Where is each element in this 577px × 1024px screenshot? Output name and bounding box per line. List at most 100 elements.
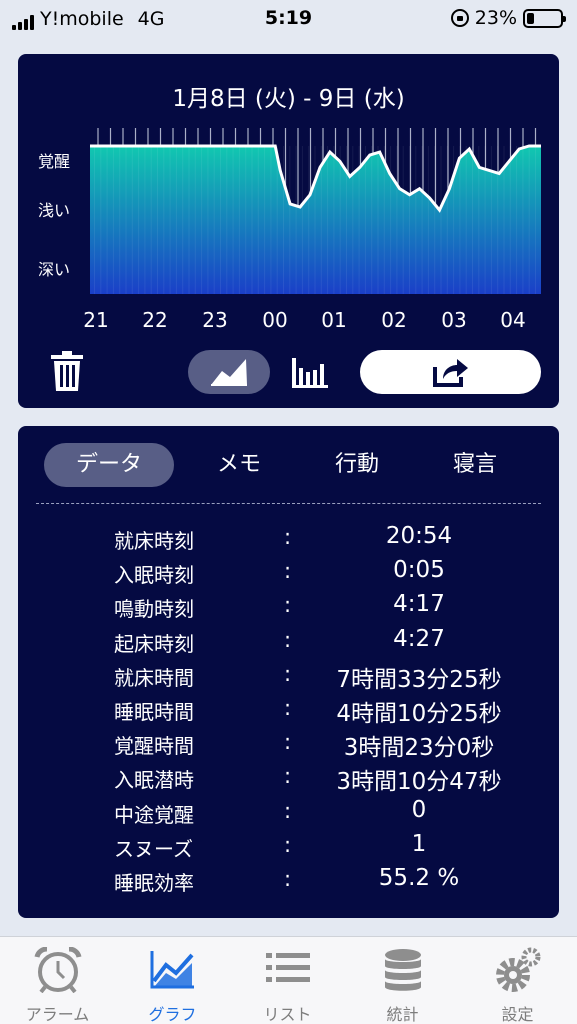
row-value: 7時間33分25秒 bbox=[336, 666, 502, 693]
area-stripe bbox=[301, 146, 303, 294]
x-tick-label: 01 bbox=[321, 308, 347, 332]
share-icon bbox=[432, 359, 468, 387]
area-stripe bbox=[251, 146, 253, 294]
row-value: 4時間10分25秒 bbox=[336, 701, 502, 727]
area-stripe bbox=[421, 146, 423, 294]
area-stripe bbox=[440, 146, 442, 294]
row-label: 入眠時刻 bbox=[114, 563, 194, 588]
row-colon: : bbox=[284, 661, 292, 686]
area-stripe bbox=[163, 146, 165, 294]
battery-fill bbox=[527, 12, 535, 24]
area-stripe bbox=[169, 146, 171, 294]
data-panel: データ メモ 行動 寝言 就床時刻: 20:54 入眠時刻: 0:05 鳴動時刻: 4:1… bbox=[18, 426, 559, 918]
tab-memo[interactable]: メモ bbox=[174, 443, 304, 487]
area-stripe bbox=[264, 146, 266, 294]
area-stripe bbox=[207, 146, 209, 294]
row-value: 3時間10分47秒 bbox=[336, 769, 502, 796]
data-row: 就床時間: 7時間33分25秒 bbox=[18, 660, 559, 694]
tab-list-label: リスト bbox=[263, 1005, 312, 1024]
area-stripe bbox=[283, 146, 284, 294]
area-stripe bbox=[226, 146, 228, 294]
tab-settings[interactable]: 設定 bbox=[460, 937, 575, 1024]
data-row: 覚醒時間: 3時間23分0秒 bbox=[18, 728, 559, 762]
x-tick-label: 21 bbox=[83, 308, 109, 332]
area-stripe bbox=[390, 146, 392, 294]
area-stripe bbox=[377, 146, 379, 294]
row-label: 鳴動時刻 bbox=[114, 597, 194, 622]
x-tick-label: 00 bbox=[262, 308, 288, 332]
battery-percent: 23% bbox=[474, 7, 517, 29]
row-colon: : bbox=[284, 696, 292, 720]
area-stripe bbox=[276, 146, 278, 294]
area-stripe bbox=[245, 146, 247, 294]
area-stripe bbox=[150, 146, 152, 294]
tab-graph-label: グラフ bbox=[148, 1005, 197, 1024]
area-stripe bbox=[453, 146, 455, 294]
bar-mode-button[interactable] bbox=[288, 352, 332, 392]
row-label: 起床時刻 bbox=[114, 631, 194, 656]
area-stripe bbox=[232, 146, 234, 294]
area-stripe bbox=[157, 146, 158, 294]
area-stripe bbox=[308, 146, 310, 294]
area-stripe bbox=[472, 146, 473, 294]
status-bar: Y!mobile 4G 5:19 23% bbox=[0, 0, 577, 38]
area-stripe bbox=[94, 146, 95, 294]
alarm-clock-icon bbox=[34, 947, 81, 993]
area-stripe bbox=[535, 146, 536, 294]
tab-bar: アラーム グラフ リスト 統計 設定 bbox=[0, 936, 577, 1024]
tab-sleep-talk[interactable]: 寝言 bbox=[410, 443, 540, 487]
graph-icon bbox=[150, 951, 194, 989]
area-stripe bbox=[106, 146, 108, 294]
row-value: 20:54 bbox=[385, 523, 453, 549]
x-tick-label: 22 bbox=[142, 308, 168, 332]
area-stripe bbox=[138, 146, 140, 294]
graph-panel: 1月8日 (火) - 9日 (水) 覚醒 浅い 深い 21 22 23 00 01 02 0… bbox=[18, 54, 559, 408]
area-stripe bbox=[270, 146, 272, 294]
list-icon bbox=[265, 953, 310, 982]
row-colon: : bbox=[284, 798, 292, 823]
tab-settings-label: 設定 bbox=[501, 1005, 534, 1024]
trash-icon bbox=[51, 351, 83, 391]
row-colon: : bbox=[284, 730, 292, 755]
tab-alarm[interactable]: アラーム bbox=[0, 937, 115, 1024]
orientation-lock-icon bbox=[450, 9, 469, 27]
area-stripe bbox=[396, 146, 398, 294]
data-row: スヌーズ: 1 bbox=[18, 831, 559, 865]
row-label: 入眠潜時 bbox=[114, 768, 194, 793]
tab-list[interactable]: リスト bbox=[230, 937, 345, 1024]
area-stripe bbox=[383, 146, 385, 294]
x-tick-label: 23 bbox=[202, 308, 228, 332]
area-stripe bbox=[516, 146, 518, 294]
row-label: スヌーズ bbox=[114, 836, 193, 861]
area-stripe bbox=[333, 146, 335, 294]
x-tick-label: 04 bbox=[500, 308, 526, 332]
delete-button[interactable] bbox=[48, 350, 86, 392]
area-stripe bbox=[238, 146, 240, 294]
line-chart-icon bbox=[211, 359, 247, 386]
area-stripe bbox=[490, 146, 492, 294]
data-row: 中途覚醒: 0 bbox=[18, 797, 559, 831]
tab-graph[interactable]: グラフ bbox=[115, 937, 230, 1024]
area-stripe bbox=[459, 146, 461, 294]
area-stripe bbox=[194, 146, 196, 294]
share-button[interactable] bbox=[360, 350, 541, 394]
area-stripe bbox=[339, 146, 341, 294]
row-colon: : bbox=[284, 627, 292, 652]
tab-activity[interactable]: 行動 bbox=[292, 443, 422, 487]
area-stripe bbox=[220, 146, 221, 294]
area-stripe bbox=[522, 146, 524, 294]
row-value: 0 bbox=[411, 796, 427, 823]
line-mode-button[interactable] bbox=[188, 350, 270, 394]
data-row: 入眠潜時: 3時間10分47秒 bbox=[18, 762, 559, 796]
area-stripe bbox=[295, 146, 297, 294]
area-stripe bbox=[509, 146, 511, 294]
row-colon: : bbox=[284, 593, 292, 618]
tab-stats[interactable]: 統計 bbox=[345, 937, 460, 1024]
row-label: 睡眠効率 bbox=[114, 871, 194, 895]
area-stripe bbox=[402, 146, 404, 294]
x-tick-label: 02 bbox=[381, 308, 407, 332]
row-value: 4:17 bbox=[393, 591, 445, 618]
data-row: 鳴動時刻: 4:17 bbox=[18, 591, 559, 625]
tab-data[interactable]: データ bbox=[44, 443, 174, 487]
area-stripe bbox=[125, 146, 127, 294]
